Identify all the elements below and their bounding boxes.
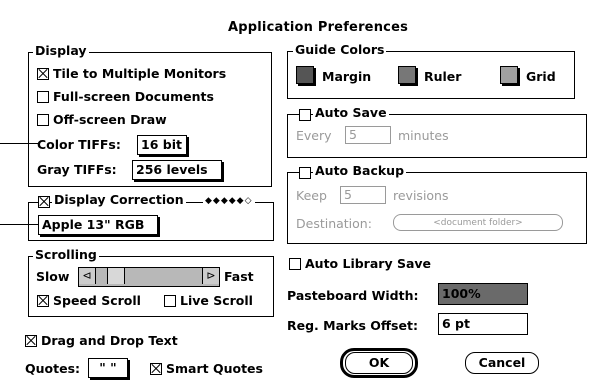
pasteboard-width-label: Pasteboard Width: xyxy=(287,288,419,303)
slow-label: Slow xyxy=(36,269,70,284)
auto-save-minutes-input[interactable]: 5 xyxy=(345,126,391,144)
gray-tiffs-popup[interactable]: 256 levels xyxy=(132,160,222,180)
color-tiffs-popup[interactable]: 16 bit xyxy=(137,135,187,155)
guide-colors-label: Guide Colors xyxy=(293,42,387,57)
auto-save-checkbox[interactable] xyxy=(299,109,311,121)
gray-tiffs-label: Gray TIFFs: xyxy=(37,162,117,177)
reg-marks-offset-input[interactable]: 6 pt xyxy=(438,313,528,335)
auto-backup-group xyxy=(287,172,587,244)
display-group-label: Display xyxy=(33,43,89,58)
smart-quotes-checkbox[interactable] xyxy=(150,363,162,375)
auto-library-save-label[interactable]: Auto Library Save xyxy=(305,257,431,271)
reg-marks-offset-label: Reg. Marks Offset: xyxy=(287,318,418,333)
ok-button[interactable]: OK xyxy=(345,352,413,374)
margin-color-label: Margin xyxy=(322,69,372,84)
slider-thumb[interactable] xyxy=(106,268,125,284)
slider-left-arrow-icon[interactable]: ⊲ xyxy=(79,268,96,284)
fullscreen-docs-label[interactable]: Full-screen Documents xyxy=(53,90,214,104)
drag-drop-label[interactable]: Drag and Drop Text xyxy=(41,334,178,348)
smart-quotes-label[interactable]: Smart Quotes xyxy=(166,362,263,376)
speed-scroll-label[interactable]: Speed Scroll xyxy=(53,294,141,308)
tile-monitors-label[interactable]: Tile to Multiple Monitors xyxy=(53,67,226,81)
drag-drop-checkbox[interactable] xyxy=(25,335,37,347)
scroll-speed-slider[interactable]: ⊲ ⊳ xyxy=(78,267,220,287)
speed-scroll-checkbox[interactable] xyxy=(37,295,49,307)
revisions-label: revisions xyxy=(393,188,449,203)
dotted-separator: ◆◆◆◆◆◇ xyxy=(203,196,255,206)
live-scroll-checkbox[interactable] xyxy=(164,295,176,307)
scrolling-group-label: Scrolling xyxy=(33,247,99,262)
fullscreen-docs-checkbox[interactable] xyxy=(37,91,49,103)
cancel-button[interactable]: Cancel xyxy=(465,352,539,374)
auto-backup-revisions-input[interactable]: 5 xyxy=(340,186,386,204)
ruler-color-label: Ruler xyxy=(424,69,462,84)
pasteboard-width-input[interactable]: 100% xyxy=(438,283,528,305)
auto-library-save-checkbox[interactable] xyxy=(289,258,301,270)
grid-color-label: Grid xyxy=(526,69,556,84)
display-correction-checkbox[interactable] xyxy=(38,196,50,208)
quotes-popup[interactable]: " " xyxy=(88,358,128,378)
destination-label: Destination: xyxy=(296,216,372,231)
display-correction-popup[interactable]: Apple 13" RGB xyxy=(38,215,158,235)
offscreen-draw-checkbox[interactable] xyxy=(37,114,49,126)
color-tiffs-label: Color TIFFs: xyxy=(37,137,121,152)
margin-color-swatch[interactable] xyxy=(296,66,314,84)
auto-save-label[interactable]: Auto Save xyxy=(313,106,389,120)
fast-label: Fast xyxy=(224,269,254,284)
display-correction-label[interactable]: Display Correction xyxy=(52,193,186,207)
auto-backup-checkbox[interactable] xyxy=(299,167,311,179)
dialog-title: Application Preferences xyxy=(228,20,409,35)
live-scroll-label[interactable]: Live Scroll xyxy=(180,294,253,308)
quotes-label: Quotes: xyxy=(25,361,81,376)
every-label: Every xyxy=(296,128,332,143)
ruler-color-swatch[interactable] xyxy=(398,66,416,84)
destination-button[interactable]: <document folder> xyxy=(393,214,563,231)
auto-backup-label[interactable]: Auto Backup xyxy=(313,164,407,178)
slider-right-arrow-icon[interactable]: ⊳ xyxy=(202,268,219,284)
tile-monitors-checkbox[interactable] xyxy=(37,68,49,80)
grid-color-swatch[interactable] xyxy=(500,66,518,84)
offscreen-draw-label[interactable]: Off-screen Draw xyxy=(53,113,167,127)
keep-label: Keep xyxy=(296,188,327,203)
minutes-label: minutes xyxy=(398,128,449,143)
